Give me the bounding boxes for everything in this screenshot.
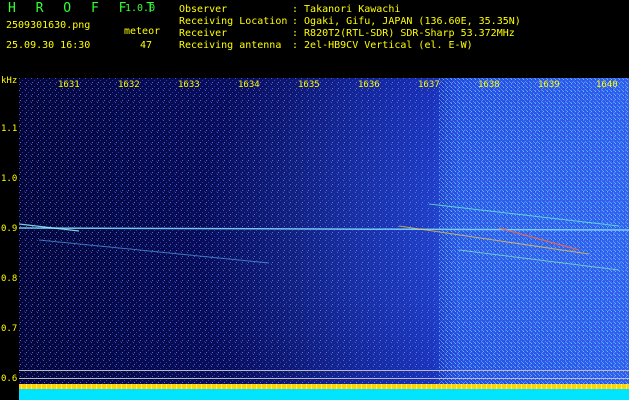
capture-filename: 2509301630.png bbox=[6, 20, 91, 31]
x-tick-label: 1635 bbox=[298, 80, 320, 90]
info-observer: Observer : Takanori Kawachi bbox=[179, 4, 400, 15]
x-tick-label: 1636 bbox=[358, 80, 380, 90]
x-tick-label: 1638 bbox=[478, 80, 500, 90]
x-tick-label: 1640 bbox=[596, 80, 618, 90]
x-tick-label: 1637 bbox=[418, 80, 440, 90]
x-tick-label: 1632 bbox=[118, 80, 140, 90]
info-value: : Takanori Kawachi bbox=[292, 4, 401, 15]
info-value: : Ogaki, Gifu, JAPAN (136.60E, 35.35N) bbox=[292, 16, 521, 27]
info-key: Receiver bbox=[179, 28, 228, 39]
spectrogram-plot bbox=[19, 78, 629, 400]
y-tick-label: 0.7 bbox=[1, 324, 18, 334]
x-tick-label: 1633 bbox=[178, 80, 200, 90]
y-tick-label: 1.0 bbox=[1, 174, 18, 184]
info-value: : 2el-HB9CV Vertical (el. E-W) bbox=[292, 40, 473, 51]
meteor-label: meteor bbox=[124, 26, 161, 37]
x-tick-label: 1631 bbox=[58, 80, 80, 90]
info-location: Receiving Location : Ogaki, Gifu, JAPAN (… bbox=[179, 16, 521, 27]
noise-level-bar bbox=[19, 389, 629, 400]
app-version: 1.0.0 bbox=[125, 3, 156, 14]
y-tick-label: 0.9 bbox=[1, 224, 18, 234]
y-axis: kHz 1.1 1.0 0.9 0.8 0.7 0.6 bbox=[0, 76, 19, 400]
info-value: : R820T2(RTL-SDR) SDR-Sharp 53.372MHz bbox=[292, 28, 515, 39]
info-receiver: Receiver : R820T2(RTL-SDR) SDR-Sharp 53.3… bbox=[179, 28, 515, 39]
spectrogram-canvas bbox=[19, 78, 629, 400]
meteor-count: 47 bbox=[140, 40, 153, 51]
info-key: Observer bbox=[179, 4, 228, 15]
x-tick-label: 1639 bbox=[538, 80, 560, 90]
y-tick-label: 1.1 bbox=[1, 124, 18, 134]
info-key: Receiving Location bbox=[179, 16, 288, 27]
info-antenna: Receiving antenna : 2el-HB9CV Vertical (e… bbox=[179, 40, 473, 51]
x-tick-label: 1634 bbox=[238, 80, 260, 90]
capture-datetime: 25.09.30 16:30 bbox=[6, 40, 91, 51]
baseline-upper bbox=[19, 370, 629, 371]
info-key: Receiving antenna bbox=[179, 40, 282, 51]
y-tick-label: 0.8 bbox=[1, 274, 18, 284]
header-panel: H R O F F T 1.0.0 2509301630.png 25.09.3… bbox=[0, 0, 629, 76]
y-unit-label: kHz bbox=[1, 76, 18, 86]
y-tick-label: 0.6 bbox=[1, 374, 18, 384]
baseline-lower bbox=[19, 378, 629, 379]
